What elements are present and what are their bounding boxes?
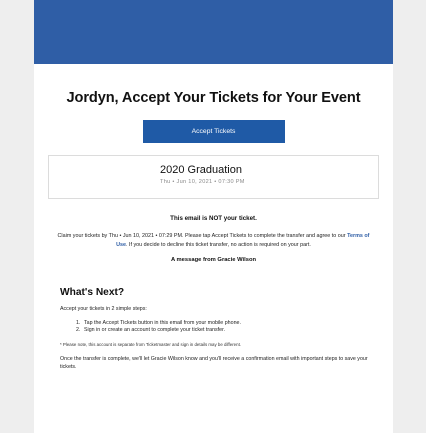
message-from: A message from Gracie Wilson bbox=[170, 256, 257, 263]
account-note: * Please note, this account is separate … bbox=[60, 341, 242, 347]
step-text: Sign in or create an account to complete… bbox=[84, 326, 226, 333]
step-text: Tap the Accept Tickets button in this em… bbox=[84, 320, 241, 327]
step-number: 1. bbox=[76, 320, 81, 327]
completion-text: Once the transfer is complete, we'll let… bbox=[60, 356, 368, 370]
event-card: 2020 Graduation Thu • Jun 10, 2021 • 07:… bbox=[48, 155, 379, 199]
accept-intro: Accept your tickets in 2 simple steps: bbox=[60, 305, 147, 312]
claim-text-end: . If you decide to decline this ticket t… bbox=[126, 241, 311, 248]
steps-list: 1. Tap the Accept Tickets button in this … bbox=[76, 320, 393, 334]
list-item: 1. Tap the Accept Tickets button in this … bbox=[76, 320, 393, 327]
claim-text-start: Claim your tickets by Thu • Jun 10, 2021… bbox=[57, 233, 348, 239]
email-headline: Jordyn, Accept Your Tickets for Your Eve… bbox=[66, 90, 361, 106]
step-number: 2. bbox=[76, 326, 81, 333]
header-banner bbox=[34, 0, 393, 64]
accept-tickets-button[interactable]: Accept Tickets bbox=[142, 120, 285, 143]
event-name: 2020 Graduation bbox=[160, 164, 242, 176]
claim-instructions: Claim your tickets by Thu • Jun 10, 2021… bbox=[54, 232, 373, 250]
list-item: 2. Sign in or create an account to comple… bbox=[76, 327, 393, 334]
not-ticket-notice: This email is NOT your ticket. bbox=[170, 215, 257, 222]
event-date: Thu • Jun 10, 2021 • 07:30 PM bbox=[160, 179, 245, 185]
email-body: Jordyn, Accept Your Tickets for Your Eve… bbox=[34, 0, 393, 433]
whats-next-heading: What's Next? bbox=[60, 286, 125, 298]
